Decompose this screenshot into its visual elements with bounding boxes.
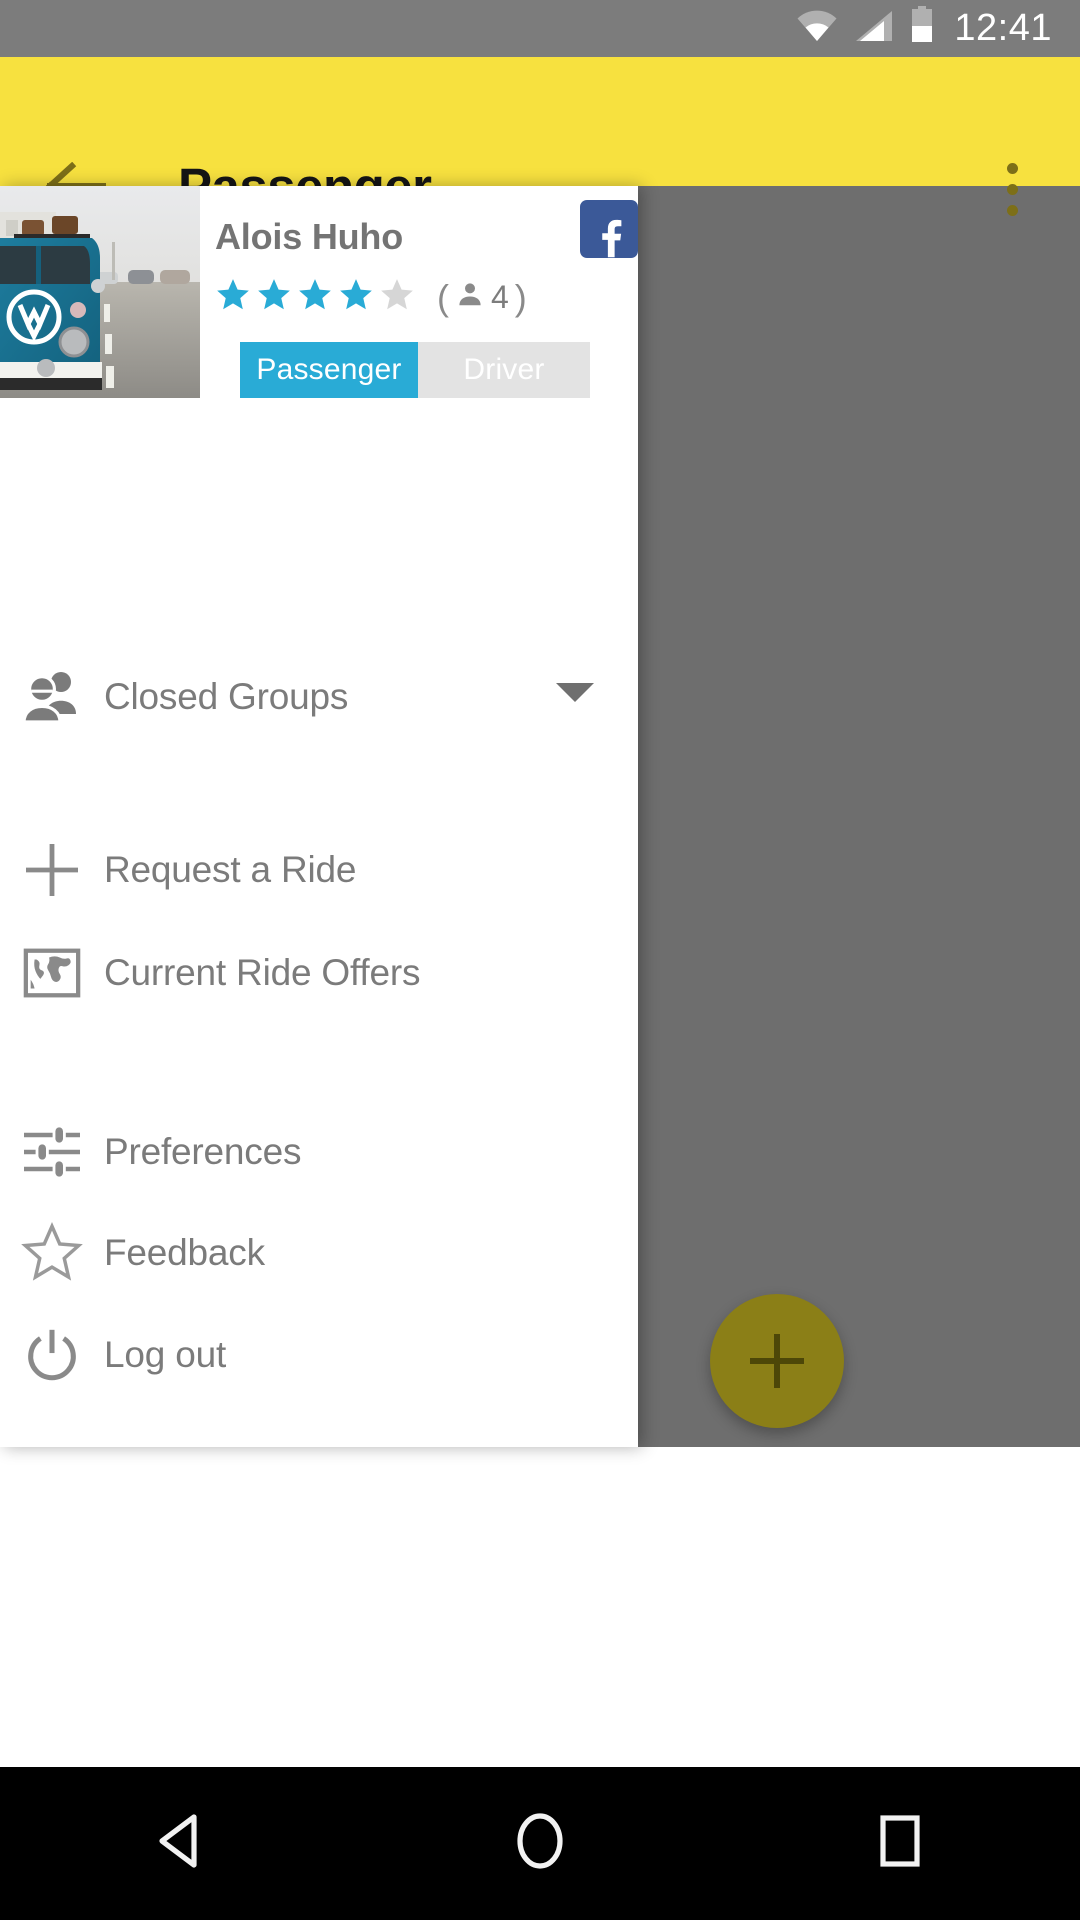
nav-recents-button[interactable]: [825, 1789, 975, 1899]
rating-count-value: 4: [491, 279, 509, 315]
phone-screen: 12:41 Passenger: [0, 0, 1080, 1920]
menu-item-label: Request a Ride: [104, 849, 357, 890]
android-nav-bar: [0, 1767, 1080, 1920]
overflow-menu-icon: [1006, 162, 1018, 174]
rating-stars: ( 4 ): [214, 276, 527, 319]
person-icon: [455, 279, 485, 317]
role-toggle: Passenger Driver: [240, 342, 590, 398]
rating-count: ( 4 ): [437, 277, 527, 319]
facebook-badge[interactable]: [580, 200, 638, 258]
menu-item-log-out[interactable]: Log out: [0, 1303, 638, 1407]
rating-paren-open: (: [437, 276, 449, 318]
menu-item-label: Log out: [104, 1334, 227, 1375]
wifi-icon: [796, 10, 838, 47]
star-outline-icon: [0, 1201, 104, 1305]
menu-item-feedback[interactable]: Feedback: [0, 1201, 638, 1305]
world-map-icon: [0, 921, 104, 1025]
add-fab-button[interactable]: [710, 1294, 844, 1428]
status-bar-icons: [796, 5, 934, 47]
rating-paren-close: ): [514, 276, 527, 318]
plus-icon: [0, 818, 104, 922]
battery-icon: [910, 5, 934, 47]
chevron-down-icon[interactable]: [556, 683, 594, 702]
menu-item-closed-groups[interactable]: Closed Groups: [0, 645, 638, 749]
menu-item-label: Current Ride Offers: [104, 952, 421, 993]
star-filled-icon: [214, 276, 252, 319]
power-icon: [0, 1303, 104, 1407]
profile-name: Alois Huho: [215, 216, 403, 257]
group-people-icon: [0, 645, 104, 749]
menu-item-request-a-ride[interactable]: Request a Ride: [0, 818, 638, 922]
nav-back-button[interactable]: [105, 1789, 255, 1899]
nav-back-triangle-icon: [152, 1811, 208, 1876]
star-filled-icon: [296, 276, 334, 319]
role-tab-driver[interactable]: Driver: [418, 342, 590, 398]
nav-home-circle-icon: [514, 1811, 566, 1876]
navigation-drawer: Alois Huho (4) Passenger Driver Closed…: [0, 186, 638, 1447]
sliders-tune-icon: [0, 1100, 104, 1204]
drawer-header: Alois Huho (4) Passenger Driver: [0, 186, 638, 401]
user-avatar-photo: [0, 186, 200, 398]
nav-recents-square-icon: [877, 1812, 923, 1875]
star-filled-icon: [337, 276, 375, 319]
menu-item-label: Feedback: [104, 1232, 265, 1273]
menu-item-preferences[interactable]: Preferences: [0, 1100, 638, 1204]
nav-home-button[interactable]: [465, 1789, 615, 1899]
menu-item-label: Closed Groups: [104, 676, 349, 717]
status-bar: 12:41: [0, 0, 1080, 57]
overflow-menu-icon: [1006, 204, 1018, 216]
menu-item-current-ride-offers[interactable]: Current Ride Offers: [0, 921, 638, 1025]
star-empty-icon: [378, 276, 416, 319]
status-bar-clock: 12:41: [954, 7, 1052, 49]
overflow-menu-button[interactable]: [974, 149, 1050, 229]
cellular-signal-icon: [854, 10, 894, 47]
star-filled-icon: [255, 276, 293, 319]
avatar[interactable]: [0, 186, 200, 398]
app-bar: Passenger: [0, 57, 1080, 216]
menu-item-label: Preferences: [104, 1131, 302, 1172]
add-plus-icon: [750, 1334, 804, 1388]
facebook-icon: [594, 214, 624, 258]
overflow-menu-icon: [1006, 183, 1018, 195]
role-tab-passenger[interactable]: Passenger: [240, 342, 418, 398]
